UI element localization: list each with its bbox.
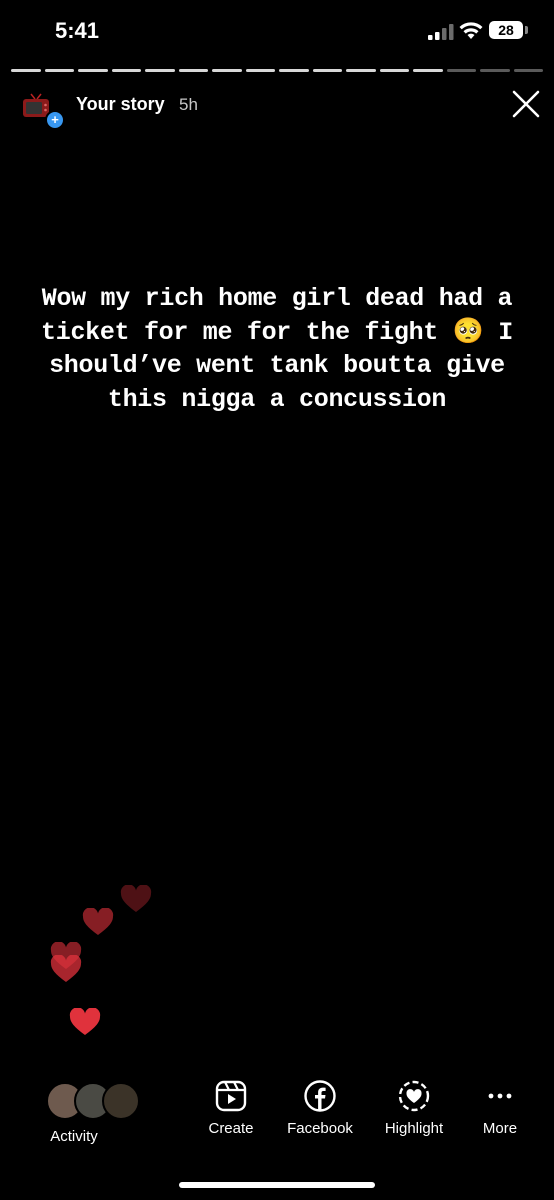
status-time: 5:41 [55, 18, 100, 43]
progress-segment [212, 69, 242, 72]
close-icon[interactable] [510, 88, 542, 120]
story-text: Wow my rich home girl dead had a ticket … [30, 282, 524, 416]
avatar [102, 1082, 140, 1120]
heart-icon [120, 885, 152, 912]
story-age: 5h [179, 95, 198, 114]
progress-segment [312, 69, 342, 72]
progress-segment [346, 69, 376, 72]
progress-segment [44, 69, 74, 72]
heart-icon [82, 908, 114, 935]
activity-button[interactable]: Activity [20, 1080, 140, 1145]
story-text-part-1: Wow my rich home girl dead had a ticket … [41, 284, 513, 347]
story-owner-label[interactable]: Your story [76, 94, 165, 115]
facebook-icon [304, 1080, 336, 1112]
more-button[interactable]: More [468, 1080, 532, 1137]
battery-icon: 28 [489, 21, 523, 39]
progress-segment [446, 69, 476, 72]
progress-segment [111, 69, 141, 72]
progress-segment [145, 69, 175, 72]
progress-segment [279, 69, 309, 72]
heart-icon [50, 955, 82, 982]
progress-segment [178, 69, 208, 72]
add-story-badge[interactable]: + [45, 110, 65, 130]
story-progress-bar [11, 69, 543, 73]
facebook-label: Facebook [287, 1120, 353, 1137]
pleading-face-emoji: 🥺 [452, 317, 484, 347]
story-header[interactable]: + Your story 5h [0, 85, 554, 130]
viewer-avatars [46, 1082, 146, 1120]
status-bar: 5:41 28 [0, 0, 554, 60]
progress-segment [480, 69, 510, 72]
home-indicator[interactable] [179, 1182, 375, 1188]
create-button[interactable]: Create [196, 1080, 266, 1137]
highlight-label: Highlight [384, 1120, 444, 1137]
activity-label: Activity [50, 1128, 98, 1145]
highlight-button[interactable]: Highlight [374, 1080, 454, 1137]
progress-segment [413, 69, 443, 72]
more-label: More [482, 1120, 518, 1137]
highlight-icon [398, 1080, 430, 1112]
reels-create-icon [215, 1080, 247, 1112]
more-dots-icon [488, 1093, 512, 1099]
progress-segment [513, 69, 543, 72]
progress-segment [245, 69, 275, 72]
cellular-signal-icon [428, 24, 454, 40]
story-action-bar: Activity Create Facebook Highlight More [0, 1080, 554, 1150]
progress-segment [78, 69, 108, 72]
wifi-icon [459, 22, 483, 39]
heart-icon [69, 1008, 101, 1035]
battery-cap [525, 26, 528, 34]
facebook-button[interactable]: Facebook [280, 1080, 360, 1137]
create-label: Create [208, 1120, 254, 1137]
progress-segment [11, 69, 41, 72]
progress-segment [379, 69, 409, 72]
